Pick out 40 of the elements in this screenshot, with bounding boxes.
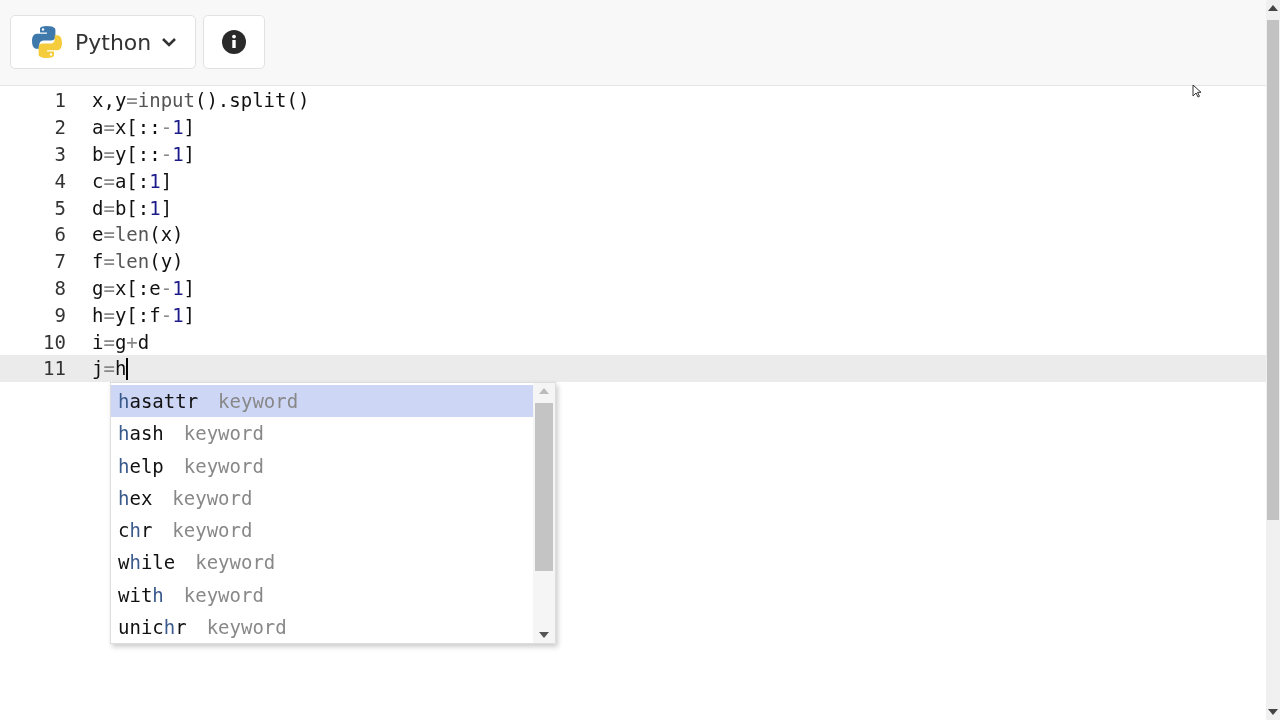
language-dropdown[interactable]: Python — [10, 15, 197, 69]
chevron-down-icon — [161, 37, 178, 47]
code-line: a=x[::-1] — [92, 116, 196, 139]
line-number: 2 — [53, 116, 67, 139]
suggestion-item[interactable]: hex keyword — [111, 481, 533, 514]
code-line: h=y[:f-1] — [92, 303, 196, 326]
code-line: b=y[::-1] — [92, 143, 196, 165]
scroll-up-icon[interactable] — [1268, 4, 1278, 12]
line-number: 4 — [53, 169, 67, 192]
suggestion-item[interactable]: with keyword — [111, 578, 533, 611]
line-number: 1 — [53, 89, 67, 112]
line-number: 8 — [53, 276, 67, 299]
scrollbar[interactable] — [533, 383, 555, 643]
line-number: 9 — [53, 303, 67, 326]
line-number: 7 — [53, 250, 67, 273]
line-number: 6 — [53, 223, 67, 246]
code-line: e=len(x) — [92, 223, 184, 246]
line-number: 10 — [42, 330, 67, 353]
info-button[interactable] — [203, 15, 266, 69]
suggestion-item[interactable]: hash keyword — [111, 417, 533, 450]
line-number: 5 — [53, 196, 67, 219]
suggestion-item[interactable]: help keyword — [111, 449, 533, 482]
code-line: c=a[:1] — [92, 169, 173, 192]
suggestion-item[interactable]: while keyword — [111, 546, 533, 579]
code-line: j=h — [92, 356, 129, 381]
scroll-down-icon[interactable] — [539, 631, 549, 639]
scroll-down-icon[interactable] — [1268, 708, 1278, 716]
page-scrollbar[interactable] — [1266, 0, 1280, 720]
code-line: d=b[:1] — [92, 196, 173, 219]
code-line: g=x[:e-1] — [92, 276, 196, 299]
line-number: 11 — [42, 357, 67, 380]
info-icon — [222, 30, 247, 54]
code-line: f=len(y) — [92, 250, 184, 273]
code-line: i=g+d — [92, 330, 150, 353]
suggestion-item[interactable]: hasattr keyword — [111, 385, 533, 418]
code-line: x,y=input().split() — [92, 89, 310, 112]
line-number: 3 — [53, 143, 67, 165]
suggestion-item[interactable]: ch r keyword — [111, 514, 533, 547]
python-logo-icon — [29, 24, 65, 60]
suggestion-item[interactable]: unich r keyword — [111, 610, 533, 643]
